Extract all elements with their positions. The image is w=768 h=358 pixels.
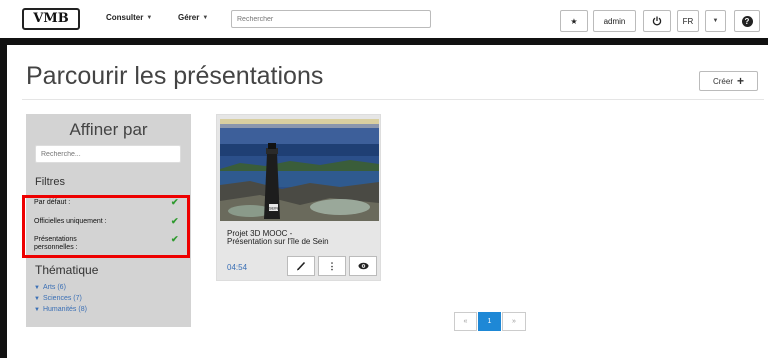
title-divider	[22, 99, 764, 100]
caret-down-icon: ▼	[146, 14, 153, 21]
filters-heading: Filtres	[35, 176, 65, 188]
create-button[interactable]: Créer +	[699, 71, 758, 91]
help-button[interactable]: ?	[734, 10, 760, 32]
menu-manage[interactable]: Gérer ▼	[178, 13, 208, 22]
pagination-prev[interactable]: «	[454, 312, 477, 331]
chevron-down-icon: ▼	[34, 295, 40, 302]
view-button[interactable]	[349, 256, 377, 276]
chevron-down-icon: ▼	[34, 284, 40, 291]
caret-down-icon: ▼	[202, 14, 209, 21]
presentation-title[interactable]: Projet 3D MOOC - Présentation sur l'île …	[227, 230, 377, 246]
topic-humanities[interactable]: ▼ Humanités (8)	[34, 306, 87, 313]
lighthouse-image: SEIN	[220, 119, 379, 221]
plus-icon: +	[737, 74, 745, 88]
pagination-prev-label: «	[463, 318, 468, 325]
sidebar-title: Affiner par	[69, 120, 148, 139]
lighthouse-label: SEIN	[269, 206, 278, 211]
top-navbar: VMB Consulter ▼ Gérer ▼ ★ admin FR ▼ ?	[0, 0, 768, 38]
vertical-dots-icon: ⋮	[327, 260, 337, 271]
help-icon: ?	[741, 15, 753, 27]
menu-consult[interactable]: Consulter ▼	[106, 13, 152, 22]
navbar-search-input[interactable]	[231, 10, 431, 28]
user-button[interactable]: admin	[593, 10, 636, 32]
star-icon: ★	[570, 16, 578, 26]
power-icon	[652, 16, 662, 26]
chevron-down-icon: ▼	[34, 306, 40, 313]
pagination-current-label: 1	[487, 318, 492, 325]
pagination-next[interactable]: »	[502, 312, 526, 331]
topic-humanities-label: Humanités (8)	[42, 306, 87, 313]
caret-down-icon: ▼	[712, 18, 719, 24]
topic-arts[interactable]: ▼ Arts (6)	[34, 284, 66, 291]
pagination-next-label: »	[512, 318, 516, 325]
more-options-button[interactable]: ⋮	[318, 256, 346, 276]
menu-manage-label: Gérer	[178, 13, 200, 22]
sidebar-search-input[interactable]	[35, 145, 181, 163]
presentation-title-line2: Présentation sur l'île de Sein	[227, 237, 329, 246]
language-label: FR	[682, 16, 694, 26]
presentation-thumbnail[interactable]: SEIN	[220, 119, 379, 221]
topics-heading: Thématique	[35, 263, 99, 277]
topic-sciences[interactable]: ▼ Sciences (7)	[34, 295, 82, 302]
page-title: Parcourir les présentations	[26, 62, 324, 90]
presentation-duration: 04:54	[227, 263, 248, 272]
topic-arts-label: Arts (6)	[42, 284, 66, 291]
pagination-page-1[interactable]: 1	[478, 312, 501, 331]
left-border	[0, 45, 7, 358]
language-dropdown-toggle[interactable]: ▼	[705, 10, 726, 32]
topic-sciences-label: Sciences (7)	[42, 295, 82, 302]
user-name: admin	[603, 16, 626, 26]
filters-highlight-box	[22, 195, 190, 258]
create-button-label: Créer	[712, 76, 733, 86]
logout-button[interactable]	[643, 10, 671, 32]
pencil-icon	[297, 261, 306, 271]
header-divider	[0, 38, 768, 45]
vmb-logo[interactable]: VMB	[22, 8, 80, 30]
favorites-button[interactable]: ★	[560, 10, 588, 32]
presentation-card: SEIN Projet 3D MOOC - Présentation sur l…	[216, 114, 381, 281]
edit-button[interactable]	[287, 256, 315, 276]
menu-consult-label: Consulter	[106, 13, 144, 22]
eye-icon	[358, 262, 368, 270]
language-button[interactable]: FR	[677, 10, 699, 32]
